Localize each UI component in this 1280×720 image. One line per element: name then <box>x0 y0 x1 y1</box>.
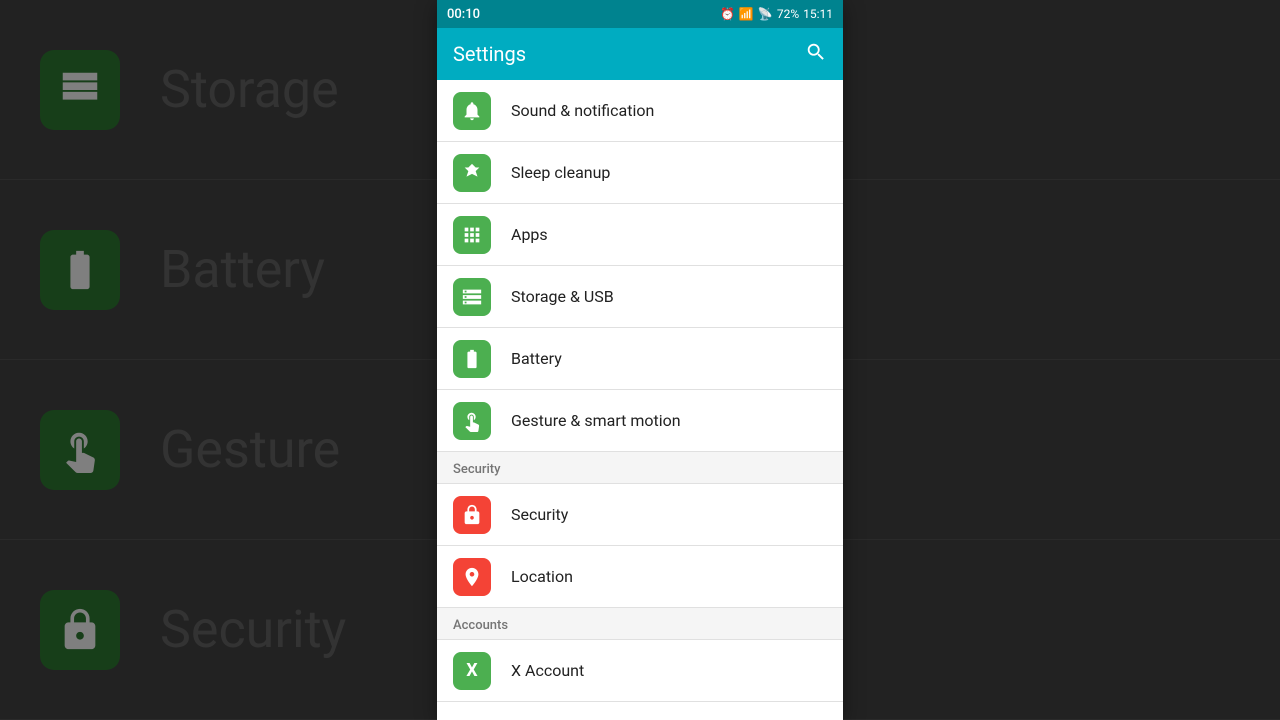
signal-icon: 📡 <box>758 7 773 21</box>
menu-item-battery[interactable]: Battery <box>437 328 843 390</box>
gesture-icon <box>453 402 491 440</box>
x-letter: X <box>466 660 477 681</box>
clock-icon: 15:11 <box>803 7 833 21</box>
security-label: Security <box>511 505 568 524</box>
menu-item-gesture[interactable]: Gesture & smart motion <box>437 390 843 452</box>
menu-item-location[interactable]: Location <box>437 546 843 608</box>
status-bar: 00:10 ⏰ 📶 📡 72% 15:11 <box>437 0 843 28</box>
wifi-icon: 📶 <box>739 7 754 21</box>
section-header-security: Security <box>437 452 843 484</box>
section-header-security-label: Security <box>453 462 500 477</box>
menu-item-security[interactable]: Security <box>437 484 843 546</box>
sound-label: Sound & notification <box>511 101 654 120</box>
menu-item-apps[interactable]: Apps <box>437 204 843 266</box>
battery-label: Battery <box>511 349 562 368</box>
settings-panel: 00:10 ⏰ 📶 📡 72% 15:11 Settings Sound & n… <box>437 0 843 720</box>
menu-item-xaccount[interactable]: X X Account <box>437 640 843 702</box>
xaccount-label: X Account <box>511 661 584 680</box>
xaccount-icon: X <box>453 652 491 690</box>
menu-item-sound[interactable]: Sound & notification <box>437 80 843 142</box>
apps-label: Apps <box>511 225 548 244</box>
gesture-label: Gesture & smart motion <box>511 411 681 430</box>
settings-title: Settings <box>453 42 526 66</box>
section-header-accounts-label: Accounts <box>453 618 508 633</box>
location-icon <box>453 558 491 596</box>
settings-header: Settings <box>437 28 843 80</box>
alarm-icon: ⏰ <box>720 7 735 21</box>
menu-item-sleep[interactable]: Sleep cleanup <box>437 142 843 204</box>
section-header-accounts: Accounts <box>437 608 843 640</box>
menu-list[interactable]: Sound & notification Sleep cleanup Apps … <box>437 80 843 720</box>
sleep-label: Sleep cleanup <box>511 163 610 182</box>
battery-icon <box>453 340 491 378</box>
status-time-left: 00:10 <box>447 7 480 22</box>
storage-icon <box>453 278 491 316</box>
battery-status: 72% <box>777 7 799 21</box>
location-label: Location <box>511 567 573 586</box>
apps-icon <box>453 216 491 254</box>
search-button[interactable] <box>805 41 827 68</box>
sleep-icon <box>453 154 491 192</box>
storage-label: Storage & USB <box>511 287 614 306</box>
status-icons: ⏰ 📶 📡 72% 15:11 <box>720 7 833 21</box>
sound-icon <box>453 92 491 130</box>
security-icon <box>453 496 491 534</box>
menu-item-storage[interactable]: Storage & USB <box>437 266 843 328</box>
